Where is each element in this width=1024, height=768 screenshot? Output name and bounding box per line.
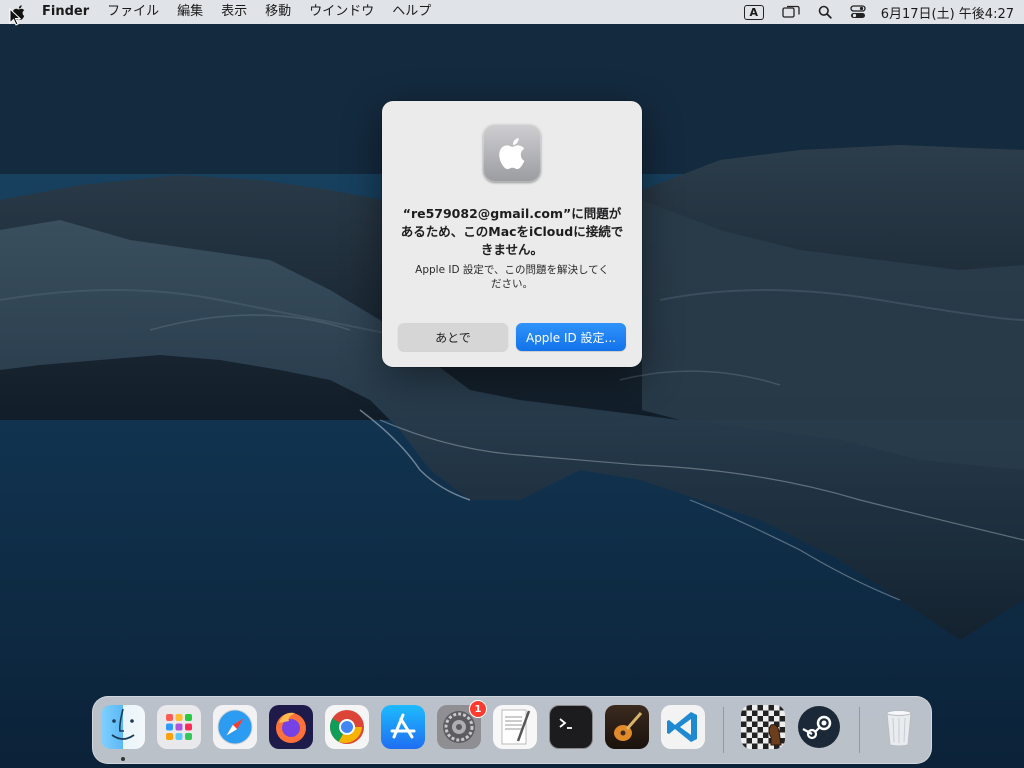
menu-go[interactable]: 移動 [256, 0, 300, 24]
menu-window[interactable]: ウインドウ [300, 0, 383, 24]
textedit-icon[interactable] [493, 705, 537, 749]
steam-icon[interactable] [797, 705, 841, 749]
menu-view[interactable]: 表示 [212, 0, 256, 24]
trash-icon[interactable] [877, 705, 921, 749]
app-store-icon[interactable] [381, 705, 425, 749]
dock-separator [723, 707, 724, 753]
finder-icon[interactable] [101, 705, 145, 749]
chess-icon[interactable] [741, 705, 785, 749]
chrome-icon[interactable] [325, 705, 369, 749]
dialog-title: “re579082@gmail.com”に問題があるため、このMacをiClou… [400, 206, 624, 257]
system-preferences-badge: 1 [469, 700, 487, 718]
menu-bar: Finder ファイル 編集 表示 移動 ウインドウ ヘルプ A 6月17日(土… [0, 0, 1024, 24]
safari-icon[interactable] [213, 705, 257, 749]
icloud-alert-dialog: “re579082@gmail.com”に問題があるため、このMacをiClou… [382, 101, 642, 367]
garageband-icon[interactable] [605, 705, 649, 749]
menu-bar-clock[interactable]: 6月17日(土) 午後4:27 [875, 3, 1024, 22]
system-preferences-apple-icon [483, 124, 541, 182]
control-center-icon[interactable] [841, 0, 875, 24]
menu-app-finder[interactable]: Finder [36, 0, 98, 24]
later-button[interactable]: あとで [398, 323, 508, 351]
menu-help[interactable]: ヘルプ [383, 0, 440, 24]
input-source-menu[interactable]: A [735, 0, 773, 24]
dock-separator-trash [859, 707, 860, 753]
input-source-badge: A [743, 4, 764, 20]
terminal-icon[interactable] [549, 705, 593, 749]
menu-edit[interactable]: 編集 [168, 0, 212, 24]
firefox-icon[interactable] [269, 705, 313, 749]
dock: 1 [92, 696, 932, 764]
apple-id-settings-button[interactable]: Apple ID 設定... [516, 323, 626, 351]
dialog-message: Apple ID 設定で、この問題を解決してください。 [415, 264, 609, 290]
finder-running-indicator [121, 757, 125, 761]
launchpad-icon[interactable] [157, 705, 201, 749]
mouse-pointer-icon [9, 8, 21, 26]
screen-mirroring-icon[interactable] [773, 0, 809, 24]
menu-file[interactable]: ファイル [98, 0, 168, 24]
vscode-icon[interactable] [661, 705, 705, 749]
spotlight-search-icon[interactable] [809, 0, 841, 24]
